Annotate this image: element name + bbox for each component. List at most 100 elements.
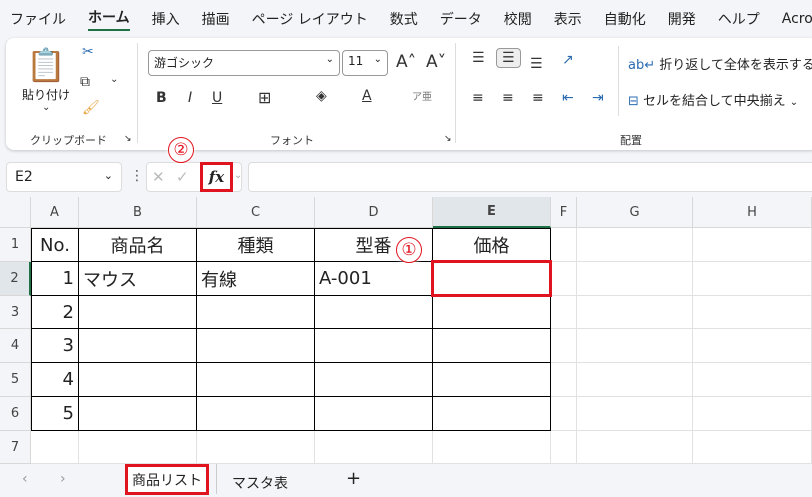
cell-C4[interactable]: [197, 329, 315, 363]
tab-page-layout[interactable]: ページ レイアウト: [252, 9, 368, 29]
orientation-icon[interactable]: ↗: [562, 52, 574, 68]
paste-icon[interactable]: 📋: [26, 46, 66, 84]
row-header-1[interactable]: 1: [0, 228, 31, 262]
cell-A2[interactable]: 1: [31, 262, 79, 296]
tab-acrobat[interactable]: Acro: [782, 11, 812, 27]
cell-C2[interactable]: 有線: [197, 262, 315, 296]
cell-F5[interactable]: [551, 363, 577, 397]
row-header-3[interactable]: 3: [0, 296, 31, 329]
insert-function-button[interactable]: fx: [200, 162, 233, 192]
bold-button[interactable]: B: [156, 90, 167, 106]
tab-home[interactable]: ホーム: [88, 7, 130, 31]
cell-E1[interactable]: 価格: [433, 228, 551, 262]
sheet-tab-master[interactable]: マスタ表: [232, 473, 288, 493]
cell-E3[interactable]: [433, 296, 551, 329]
merge-center-button[interactable]: ⊟ セルを結合して中央揃え ⌄: [628, 90, 798, 109]
cell-E4[interactable]: [433, 329, 551, 363]
cell-C1[interactable]: 種類: [197, 228, 315, 262]
chevron-down-icon[interactable]: ⌄: [110, 74, 118, 85]
fill-color-icon[interactable]: ◈: [316, 88, 327, 104]
font-name-select[interactable]: 游ゴシック ⌄: [148, 50, 340, 76]
cell-D7[interactable]: [315, 431, 433, 464]
cell-H6[interactable]: [693, 397, 812, 431]
cell-G1[interactable]: [577, 228, 693, 262]
tab-data[interactable]: データ: [440, 9, 482, 29]
cell-B6[interactable]: [79, 397, 197, 431]
column-header-B[interactable]: B: [79, 197, 197, 228]
tab-review[interactable]: 校閲: [504, 9, 532, 29]
cell-F3[interactable]: [551, 296, 577, 329]
borders-icon[interactable]: ⊞: [258, 88, 271, 107]
cell-C7[interactable]: [197, 431, 315, 464]
wrap-text-button[interactable]: ab↵ 折り返して全体を表示する: [628, 54, 812, 73]
decrease-indent-icon[interactable]: ⇤: [562, 90, 574, 106]
tab-draw[interactable]: 描画: [202, 9, 230, 29]
tab-automate[interactable]: 自動化: [604, 9, 646, 29]
cell-G5[interactable]: [577, 363, 693, 397]
copy-icon[interactable]: ⧉: [80, 74, 90, 90]
column-header-F[interactable]: F: [551, 197, 577, 228]
select-all-button[interactable]: [0, 197, 31, 228]
cell-F4[interactable]: [551, 329, 577, 363]
cell-H7[interactable]: [693, 431, 812, 464]
tab-view[interactable]: 表示: [554, 9, 582, 29]
cell-B5[interactable]: [79, 363, 197, 397]
more-icon[interactable]: ⋮: [130, 168, 144, 184]
font-color-icon[interactable]: A: [362, 88, 372, 104]
align-center-icon[interactable]: ≡: [502, 90, 514, 106]
cell-G4[interactable]: [577, 329, 693, 363]
cell-E5[interactable]: [433, 363, 551, 397]
cell-D4[interactable]: [315, 329, 433, 363]
column-header-G[interactable]: G: [577, 197, 693, 228]
column-header-A[interactable]: A: [31, 197, 79, 228]
cell-A4[interactable]: 3: [31, 329, 79, 363]
cell-F7[interactable]: [551, 431, 577, 464]
cell-H2[interactable]: [693, 262, 812, 296]
cell-A3[interactable]: 2: [31, 296, 79, 329]
cell-A5[interactable]: 4: [31, 363, 79, 397]
format-painter-icon[interactable]: 🖌: [82, 100, 100, 116]
cell-B1[interactable]: 商品名: [79, 228, 197, 262]
cell-B4[interactable]: [79, 329, 197, 363]
cell-H3[interactable]: [693, 296, 812, 329]
tab-help[interactable]: ヘルプ: [718, 9, 760, 29]
tab-formulas[interactable]: 数式: [390, 9, 418, 29]
cell-D2[interactable]: A-001: [315, 262, 433, 296]
cell-B2[interactable]: マウス: [79, 262, 197, 296]
cell-C3[interactable]: [197, 296, 315, 329]
row-header-6[interactable]: 6: [0, 397, 31, 431]
cell-G6[interactable]: [577, 397, 693, 431]
cell-D5[interactable]: [315, 363, 433, 397]
dialog-launcher-icon[interactable]: ↘: [444, 134, 452, 144]
cell-H5[interactable]: [693, 363, 812, 397]
cell-G7[interactable]: [577, 431, 693, 464]
italic-button[interactable]: I: [188, 90, 192, 106]
cell-A1[interactable]: No.: [31, 228, 79, 262]
phonetic-icon[interactable]: ア亜: [412, 88, 432, 103]
row-header-2[interactable]: 2: [0, 262, 31, 296]
sheet-tab-product-list[interactable]: 商品リスト: [125, 464, 209, 495]
scroll-right-icon[interactable]: ›: [60, 471, 66, 487]
cell-E6[interactable]: [433, 397, 551, 431]
cell-B7[interactable]: [79, 431, 197, 464]
tab-developer[interactable]: 開発: [668, 9, 696, 29]
formula-input[interactable]: [248, 162, 812, 192]
paste-button[interactable]: 貼り付け: [22, 86, 70, 103]
underline-button[interactable]: U: [212, 90, 222, 106]
tab-insert[interactable]: 挿入: [152, 9, 180, 29]
dialog-launcher-icon[interactable]: ↘: [124, 134, 132, 144]
column-header-H[interactable]: H: [693, 197, 812, 228]
cell-G3[interactable]: [577, 296, 693, 329]
font-size-select[interactable]: 11 ⌄: [342, 50, 388, 76]
cut-icon[interactable]: ✂: [82, 44, 94, 60]
cell-G2[interactable]: [577, 262, 693, 296]
tab-file[interactable]: ファイル: [10, 9, 66, 29]
cancel-icon[interactable]: ✕: [152, 168, 165, 186]
name-box[interactable]: E2 ⌄: [6, 162, 122, 192]
cell-C5[interactable]: [197, 363, 315, 397]
scroll-left-icon[interactable]: ‹: [22, 471, 28, 487]
cell-F1[interactable]: [551, 228, 577, 262]
cell-H1[interactable]: [693, 228, 812, 262]
align-top-icon[interactable]: ☰: [472, 50, 485, 66]
chevron-down-icon[interactable]: ⌄: [42, 102, 50, 113]
